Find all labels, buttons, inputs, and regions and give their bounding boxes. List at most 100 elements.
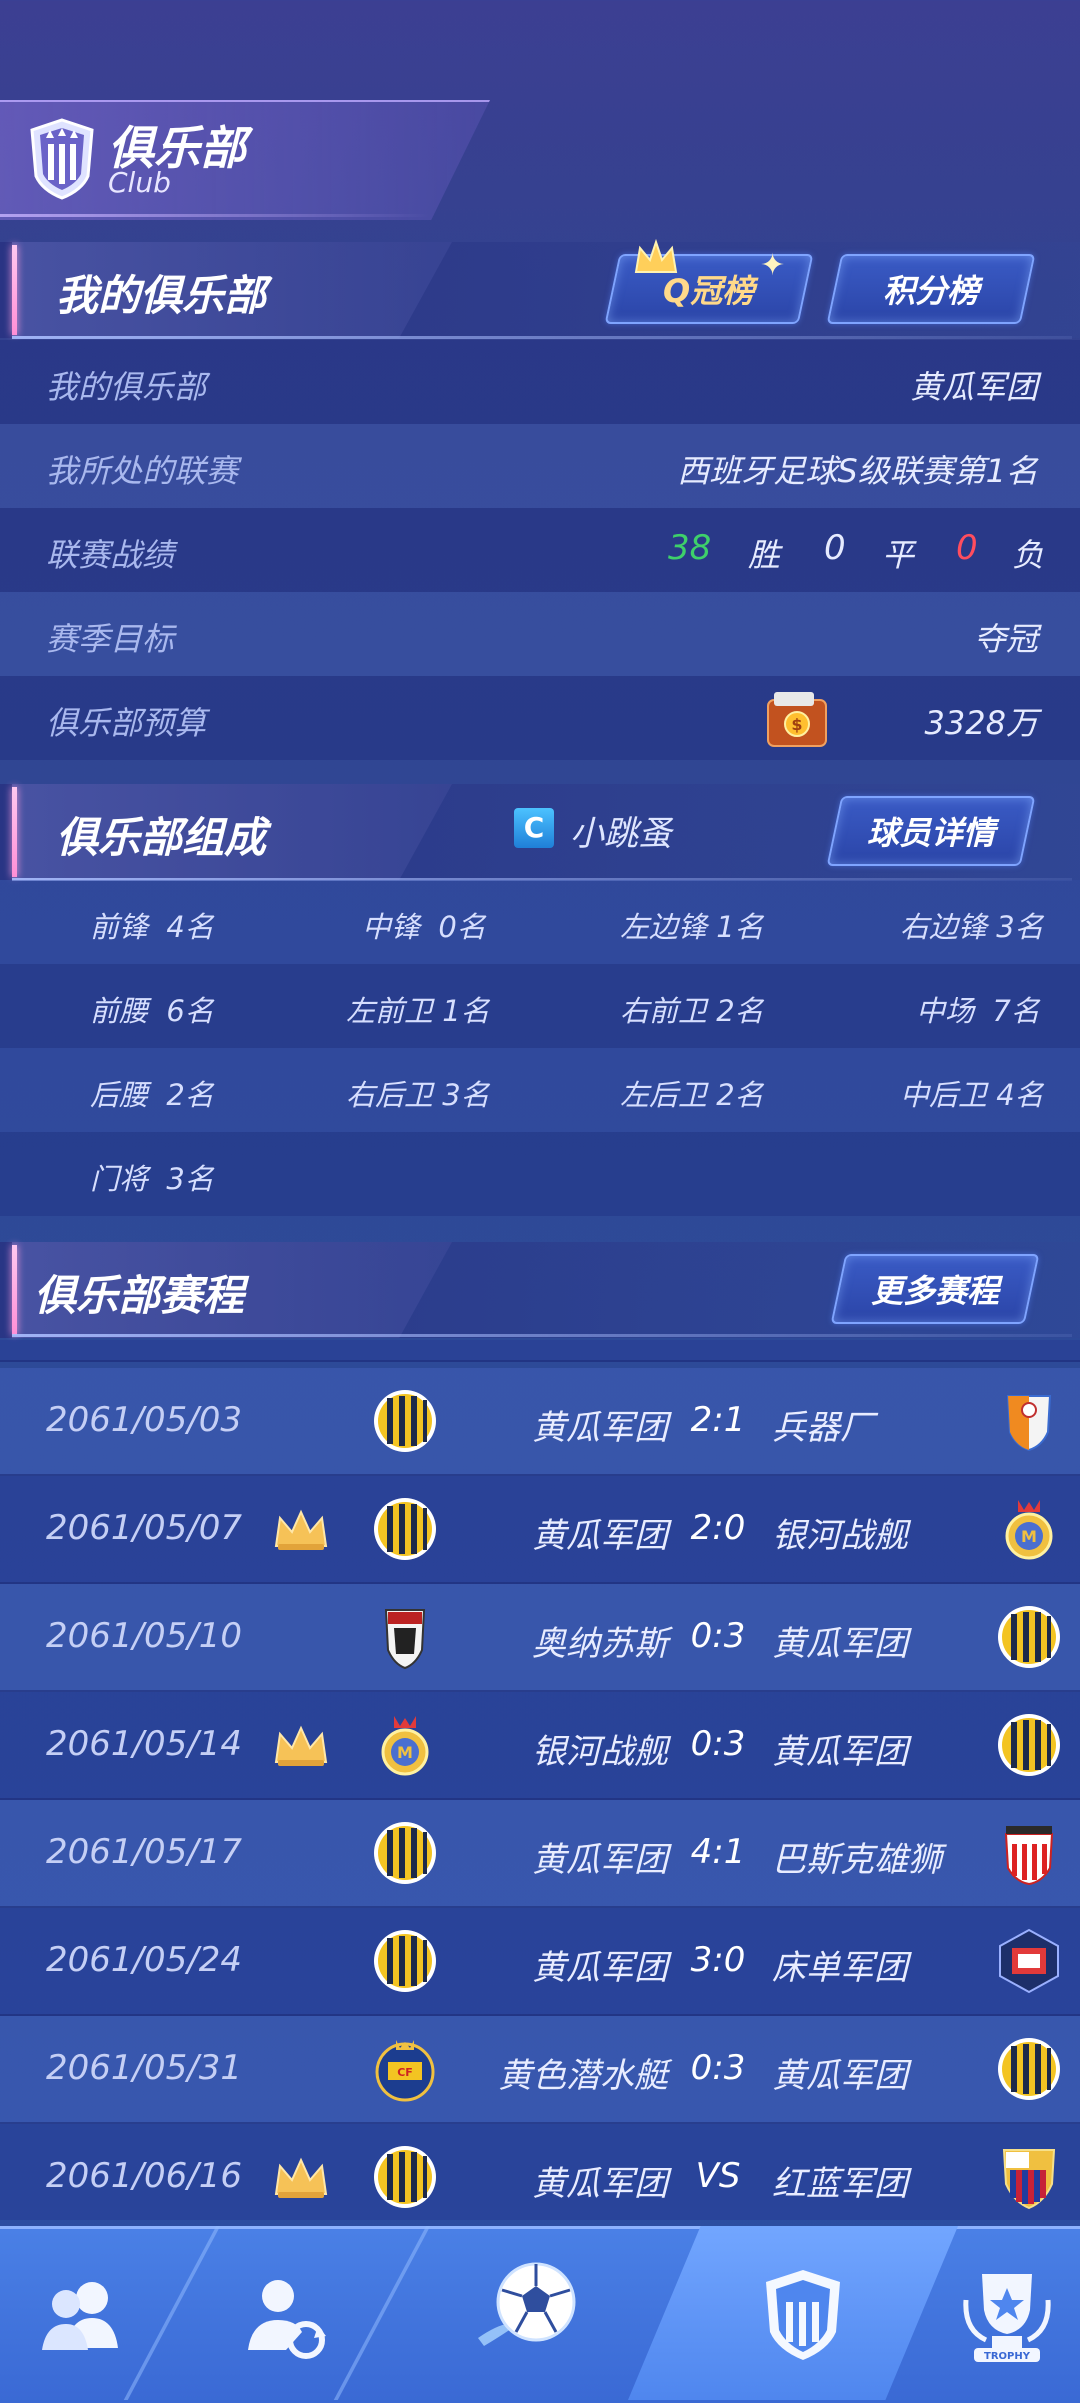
position-count: 左前卫 1名 [346,994,490,1028]
home-team: 黄瓜军团 [532,1948,668,1988]
wins-count: 38 [668,528,712,568]
yellow-black-badge [374,1498,436,1560]
section-accent [12,245,17,335]
more-schedule-button[interactable]: 更多赛程 [830,1254,1040,1324]
away-team: 床单军团 [772,1948,908,1988]
header-divider [0,214,430,217]
info-row-league: 我所处的联赛 西班牙足球S级联赛第1名 [0,424,1080,508]
match-score: 0:3 [690,1724,746,1764]
losses-count: 0 [956,528,978,568]
svg-text:M: M [1021,1527,1037,1546]
position-count: 中后卫 4名 [900,1078,1044,1112]
points-table-button[interactable]: 积分榜 [826,254,1036,324]
match-date: 2061/05/17 [46,1832,242,1872]
coach-badge: C [514,808,554,848]
section-underline [12,336,1072,339]
position-count: 左边锋 1名 [620,910,764,944]
red-white-stripe-badge [1004,1826,1054,1886]
match-date: 2061/05/24 [46,1940,242,1980]
trophy-icon[interactable]: TROPHY [952,2260,1062,2370]
home-team: 黄瓜军团 [532,1408,668,1448]
match-row[interactable]: 2061/05/14 M 银河战舰 0:3 黄瓜军团 [0,1692,1080,1800]
match-date: 2061/06/16 [46,2156,242,2196]
crown-icon [634,238,678,273]
info-row-budget: 俱乐部预算 $ 3328万 [0,676,1080,760]
composition-row: 后腰 2名 右后卫 3名 左后卫 2名 中后卫 4名 [0,1048,1080,1132]
match-row[interactable]: 2061/06/16 黄瓜军团 VS 红蓝军团 [0,2124,1080,2220]
match-row[interactable]: 2061/05/03 黄瓜军团 2:1 兵器厂 [0,1368,1080,1476]
my-club-title: 我的俱乐部 [56,271,267,320]
info-label: 我的俱乐部 [46,368,207,406]
section-accent [12,787,17,877]
orange-white-badge [1006,1395,1052,1452]
draws-label: 平 [882,536,915,574]
crown-icon [274,1509,328,1550]
match-score: 4:1 [690,1832,746,1872]
home-team: 黄色潜水艇 [498,2056,668,2096]
match-score: 0:3 [690,2048,746,2088]
position-count: 左后卫 2名 [620,1078,764,1112]
more-schedule-label: 更多赛程 [870,1272,999,1310]
wallet-icon: $ [767,692,827,747]
svg-text:$: $ [791,715,802,734]
composition-row: 前锋 4名 中锋 0名 左边锋 1名 右边锋 3名 [0,880,1080,964]
red-shield-badge [384,1609,426,1670]
club-shield-icon [30,118,94,200]
crown-icon [274,1725,328,1766]
composition-row: 前腰 6名 左前卫 1名 右前卫 2名 中场 7名 [0,964,1080,1048]
yellow-black-badge [374,2146,436,2208]
home-team: 黄瓜军团 [532,1840,668,1880]
position-count: 右前卫 2名 [620,994,764,1028]
match-row[interactable]: 2061/05/17 黄瓜军团 4:1 巴斯克雄狮 [0,1800,1080,1908]
position-count: 前腰 6名 [90,994,214,1028]
home-team: 黄瓜军团 [532,1516,668,1556]
budget-value: 3328万 [924,704,1038,742]
away-team: 银河战舰 [772,1516,908,1556]
yellow-black-badge [374,1930,436,1992]
season-goal-value: 夺冠 [973,620,1038,658]
soccer-ball-icon[interactable] [474,2250,584,2360]
position-count: 中锋 0名 [362,910,486,944]
yellow-black-badge [998,1714,1060,1776]
section-underline [12,1334,1072,1337]
position-count: 右边锋 3名 [900,910,1044,944]
league-value: 西班牙足球S级联赛第1名 [677,452,1038,490]
info-label: 赛季目标 [46,620,175,658]
match-score: VS [695,2156,741,2196]
match-row[interactable]: 2061/05/07 黄瓜军团 2:0 银河战舰 M [0,1476,1080,1584]
match-row[interactable]: 2061/05/10 奥纳苏斯 0:3 黄瓜军团 [0,1584,1080,1692]
points-table-label: 积分榜 [882,272,979,310]
team-icon[interactable] [26,2260,136,2370]
match-date: 2061/05/10 [46,1616,242,1656]
info-row-goal: 赛季目标 夺冠 [0,592,1080,676]
transfer-icon[interactable] [226,2260,336,2370]
composition-row: 门将 3名 [0,1132,1080,1216]
away-team: 兵器厂 [772,1408,874,1448]
position-count: 中场 7名 [916,994,1040,1028]
gold-crest-badge: M [381,1716,429,1776]
yellow-black-badge [998,2038,1060,2100]
away-team: 红蓝军团 [772,2164,908,2204]
svg-text:M: M [397,1743,413,1762]
section-accent [12,1245,17,1335]
schedule-list[interactable]: 2061/05/03 黄瓜军团 2:1 兵器厂 2061/05/07 黄瓜军团 2:0 银河战… [0,1340,1080,2220]
match-score: 3:0 [690,1940,746,1980]
position-count: 前锋 4名 [90,910,214,944]
position-count: 后腰 2名 [90,1078,214,1112]
away-team: 黄瓜军团 [772,1624,908,1664]
yellow-black-badge [998,1606,1060,1668]
info-label: 联赛战绩 [46,536,175,574]
home-team: 银河战舰 [532,1732,668,1772]
player-details-button[interactable]: 球员详情 [826,796,1036,866]
info-label: 俱乐部预算 [46,704,207,742]
coach-name: 小跳蚤 [570,814,672,854]
club-icon[interactable] [748,2260,858,2370]
match-row[interactable]: 2061/05/24 黄瓜军团 3:0 床单军团 [0,1908,1080,2016]
match-score: 2:0 [690,1508,746,1548]
wins-label: 胜 [748,536,781,574]
match-date: 2061/05/03 [46,1400,242,1440]
yellow-black-badge [374,1822,436,1884]
draws-count: 0 [824,528,846,568]
position-count: 门将 3名 [90,1162,214,1196]
match-row[interactable]: 2061/05/31 CF 黄色潜水艇 0:3 黄瓜军团 [0,2016,1080,2124]
